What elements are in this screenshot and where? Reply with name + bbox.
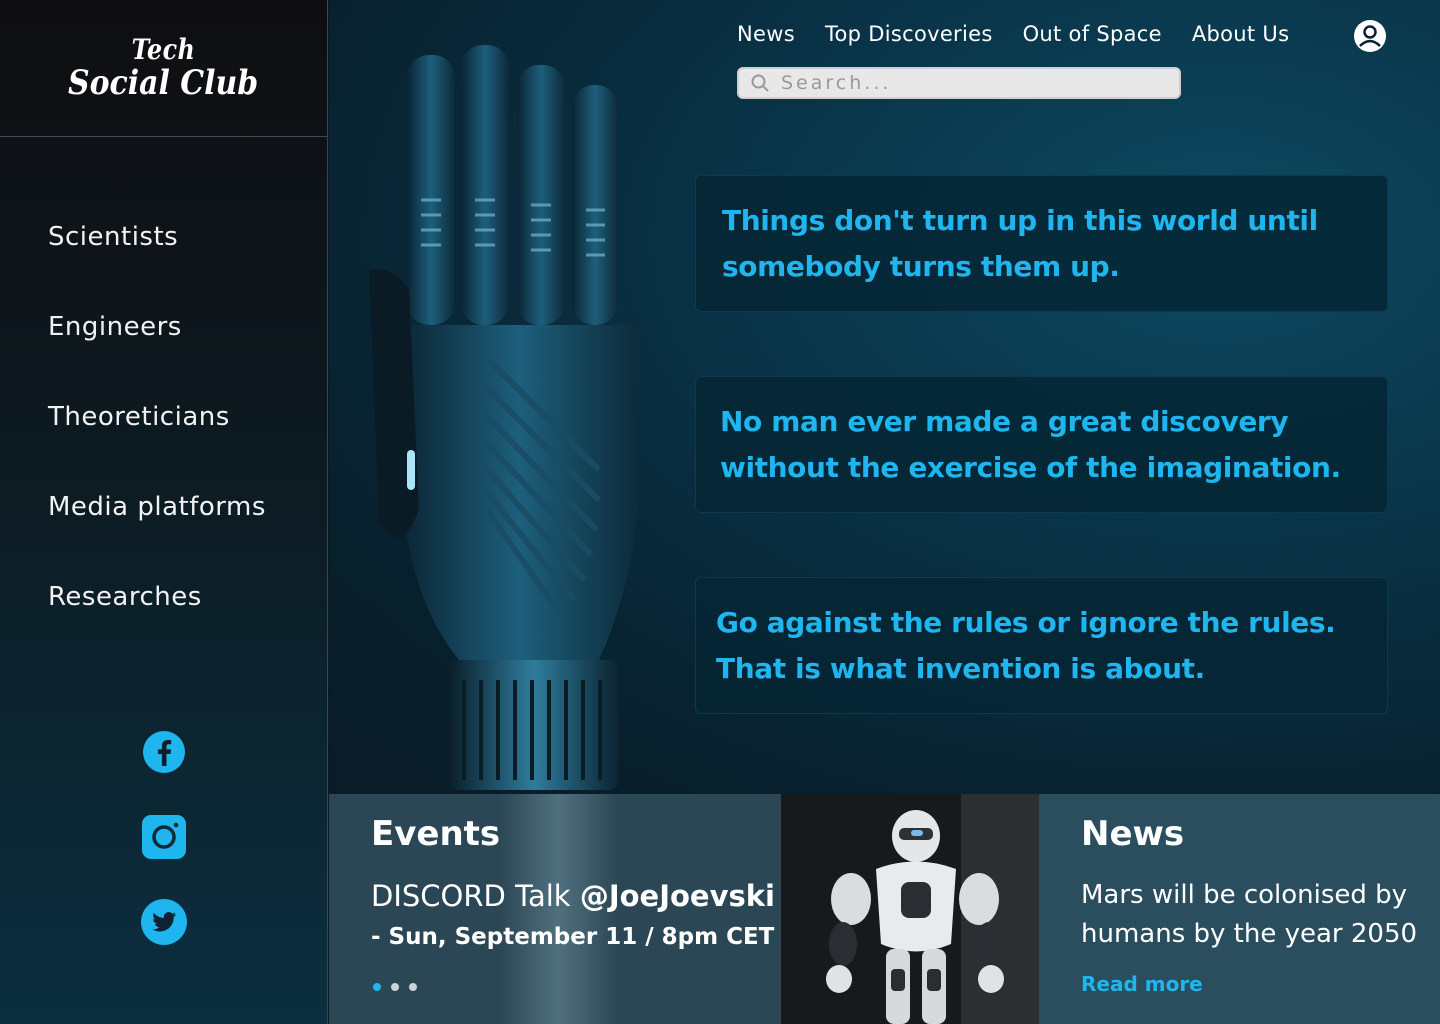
event-title[interactable]: DISCORD Talk @JoeJoevski (371, 879, 775, 913)
twitter-icon[interactable] (140, 898, 188, 946)
instagram-icon[interactable] (140, 813, 188, 861)
sidebar-item-theoreticians[interactable]: Theoreticians (48, 402, 266, 492)
quote-text: No man ever made a great discovery witho… (720, 404, 1341, 484)
bottom-panels: Events DISCORD Talk @JoeJoevski - Sun, S… (329, 794, 1440, 1024)
hero: News Top Discoveries Out of Space About … (329, 0, 1440, 794)
search-bar[interactable] (737, 67, 1181, 99)
topnav-out-of-space[interactable]: Out of Space (1023, 22, 1162, 46)
social-links (140, 728, 190, 983)
search-icon (751, 74, 769, 92)
news-headline: Mars will be colonised by humans by the … (1081, 880, 1418, 949)
robotic-hand-image (369, 45, 640, 790)
event-date: - Sun, September 11 / 8pm CET (371, 924, 775, 950)
quote-card: Things don't turn up in this world until… (695, 175, 1388, 312)
top-nav: News Top Discoveries Out of Space About … (737, 22, 1319, 46)
sidebar-item-engineers[interactable]: Engineers (48, 312, 266, 402)
user-account-icon[interactable] (1354, 20, 1386, 52)
news-title: News (1081, 814, 1185, 854)
logo-line-2: Social Club (68, 63, 259, 103)
events-title: Events (371, 814, 501, 854)
event-handle: @JoeJoevski (579, 879, 775, 913)
quote-card: Go against the rules or ignore the rules… (695, 577, 1388, 714)
events-panel: Events DISCORD Talk @JoeJoevski - Sun, S… (329, 794, 781, 1024)
news-panel: News Mars will be colonised by humans by… (1039, 794, 1440, 1024)
robot-image (781, 794, 1039, 1024)
carousel-dots (373, 983, 427, 991)
carousel-dot-active[interactable] (373, 983, 381, 991)
sidebar-item-scientists[interactable]: Scientists (48, 222, 266, 312)
carousel-dot[interactable] (391, 983, 399, 991)
facebook-icon[interactable] (140, 728, 188, 776)
sidebar-nav: Scientists Engineers Theoreticians Media… (48, 222, 266, 672)
read-more-link[interactable]: Read more (1081, 972, 1203, 996)
quote-text: Things don't turn up in this world until… (722, 203, 1318, 283)
event-name: DISCORD Talk (371, 879, 580, 913)
topnav-about-us[interactable]: About Us (1192, 22, 1289, 46)
sidebar-item-researches[interactable]: Researches (48, 582, 266, 672)
search-input[interactable] (781, 72, 1161, 94)
logo[interactable]: Tech Social Club (0, 0, 327, 137)
topnav-news[interactable]: News (737, 22, 795, 46)
quote-text: Go against the rules or ignore the rules… (716, 605, 1336, 685)
sidebar-item-media-platforms[interactable]: Media platforms (48, 492, 266, 582)
topnav-top-discoveries[interactable]: Top Discoveries (825, 22, 993, 46)
sidebar: Tech Social Club Scientists Engineers Th… (0, 0, 328, 1024)
quote-card: No man ever made a great discovery witho… (695, 376, 1388, 513)
logo-line-1: Tech (131, 33, 196, 66)
carousel-dot[interactable] (409, 983, 417, 991)
